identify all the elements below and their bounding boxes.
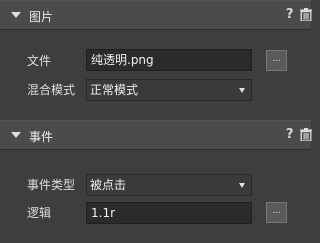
image-panel-body: 文件 纯透明.png ... 混合模式 正常模式 bbox=[0, 30, 311, 120]
logic-browse-button[interactable]: ... bbox=[266, 202, 287, 223]
trash-icon[interactable] bbox=[300, 8, 312, 21]
event-panel-header[interactable]: 事件 ? bbox=[0, 120, 312, 150]
event-panel-title: 事件 bbox=[29, 130, 54, 144]
event-panel: 事件 ? 事件类型 被点击 逻辑 1.1r ... bbox=[0, 120, 312, 243]
help-icon[interactable]: ? bbox=[286, 127, 294, 142]
image-panel: 图片 ? 文件 纯透明.png ... 混合模式 正常模式 bbox=[0, 0, 312, 120]
file-browse-button[interactable]: ... bbox=[266, 50, 287, 71]
event-type-value: 被点击 bbox=[90, 178, 127, 192]
collapse-caret-icon[interactable] bbox=[11, 12, 21, 18]
event-type-label: 事件类型 bbox=[27, 178, 76, 192]
logic-input[interactable]: 1.1r bbox=[86, 202, 252, 224]
dropdown-arrow-icon bbox=[239, 183, 245, 188]
help-icon[interactable]: ? bbox=[286, 7, 294, 22]
blend-mode-value: 正常模式 bbox=[90, 83, 139, 97]
image-panel-title: 图片 bbox=[29, 10, 54, 24]
dropdown-arrow-icon bbox=[239, 88, 245, 93]
logic-label: 逻辑 bbox=[27, 206, 52, 220]
image-panel-header[interactable]: 图片 ? bbox=[0, 0, 312, 30]
event-type-select[interactable]: 被点击 bbox=[86, 174, 252, 196]
blend-mode-select[interactable]: 正常模式 bbox=[86, 79, 252, 101]
file-label: 文件 bbox=[27, 54, 52, 68]
collapse-caret-icon[interactable] bbox=[11, 132, 21, 138]
file-input[interactable]: 纯透明.png bbox=[86, 49, 252, 71]
event-panel-body: 事件类型 被点击 逻辑 1.1r ... bbox=[0, 150, 311, 243]
blend-mode-label: 混合模式 bbox=[27, 83, 76, 97]
trash-icon[interactable] bbox=[300, 128, 312, 141]
